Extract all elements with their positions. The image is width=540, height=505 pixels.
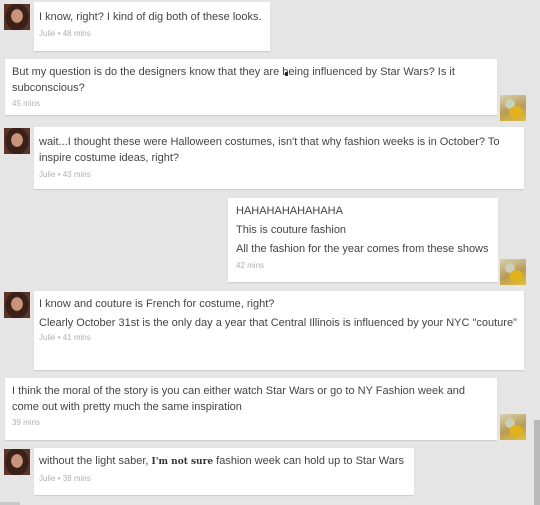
message-bubble: without the light saber, I'm not sure fa…	[34, 448, 414, 495]
message-text: I know and couture is French for costume…	[39, 298, 275, 310]
julie-avatar[interactable]	[4, 449, 30, 475]
message-text: without the light saber, I'm not sure fa…	[39, 453, 409, 470]
message-timestamp: Julie • 38 mins	[39, 474, 91, 483]
message-bubble: I know, right? I kind of dig both of the…	[34, 2, 270, 51]
julie-avatar[interactable]	[4, 292, 30, 318]
message-thread: I know, right? I kind of dig both of the…	[0, 0, 540, 505]
julie-avatar[interactable]	[4, 128, 30, 154]
julie-avatar[interactable]	[4, 4, 30, 30]
message-text: All the fashion for the year comes from …	[236, 243, 489, 255]
message-text-part: without the light saber,	[39, 455, 149, 467]
message-bubble: I think the moral of the story is you ca…	[5, 378, 497, 440]
message-text: Clearly October 31st is the only day a y…	[39, 317, 517, 329]
message-timestamp: Julie • 43 mins	[39, 170, 91, 179]
message-text: This is couture fashion	[236, 224, 347, 236]
message-text-part: I'm not sure	[151, 457, 214, 467]
mouse-cursor	[285, 72, 288, 76]
message-bubble: I know and couture is French for costume…	[34, 291, 524, 370]
message-timestamp: Julie • 41 mins	[39, 333, 91, 342]
message-text: wait...I thought these were Halloween co…	[39, 136, 500, 164]
scrollbar-thumb[interactable]	[534, 420, 540, 505]
message-timestamp: 39 mins	[12, 418, 41, 427]
message-text: I know, right? I kind of dig both of the…	[39, 11, 262, 23]
message-timestamp: 42 mins	[236, 261, 265, 270]
message-timestamp: Julie • 48 mins	[39, 29, 91, 38]
message-bubble: But my question is do the designers know…	[5, 59, 497, 115]
message-text: I think the moral of the story is you ca…	[12, 385, 466, 413]
scrollbar[interactable]	[534, 0, 540, 505]
user-avatar[interactable]	[500, 95, 526, 121]
message-bubble: HAHAHAHAHAHAHA This is couture fashion A…	[228, 198, 498, 282]
message-text: HAHAHAHAHAHAHA	[236, 205, 343, 217]
message-text-part: fashion week can hold up to Star Wars	[216, 455, 405, 467]
message-text: But my question is do the designers know…	[12, 66, 455, 94]
user-avatar[interactable]	[500, 414, 526, 440]
user-avatar[interactable]	[500, 259, 526, 285]
message-timestamp: 45 mins	[12, 99, 41, 108]
message-bubble: wait...I thought these were Halloween co…	[34, 127, 524, 189]
